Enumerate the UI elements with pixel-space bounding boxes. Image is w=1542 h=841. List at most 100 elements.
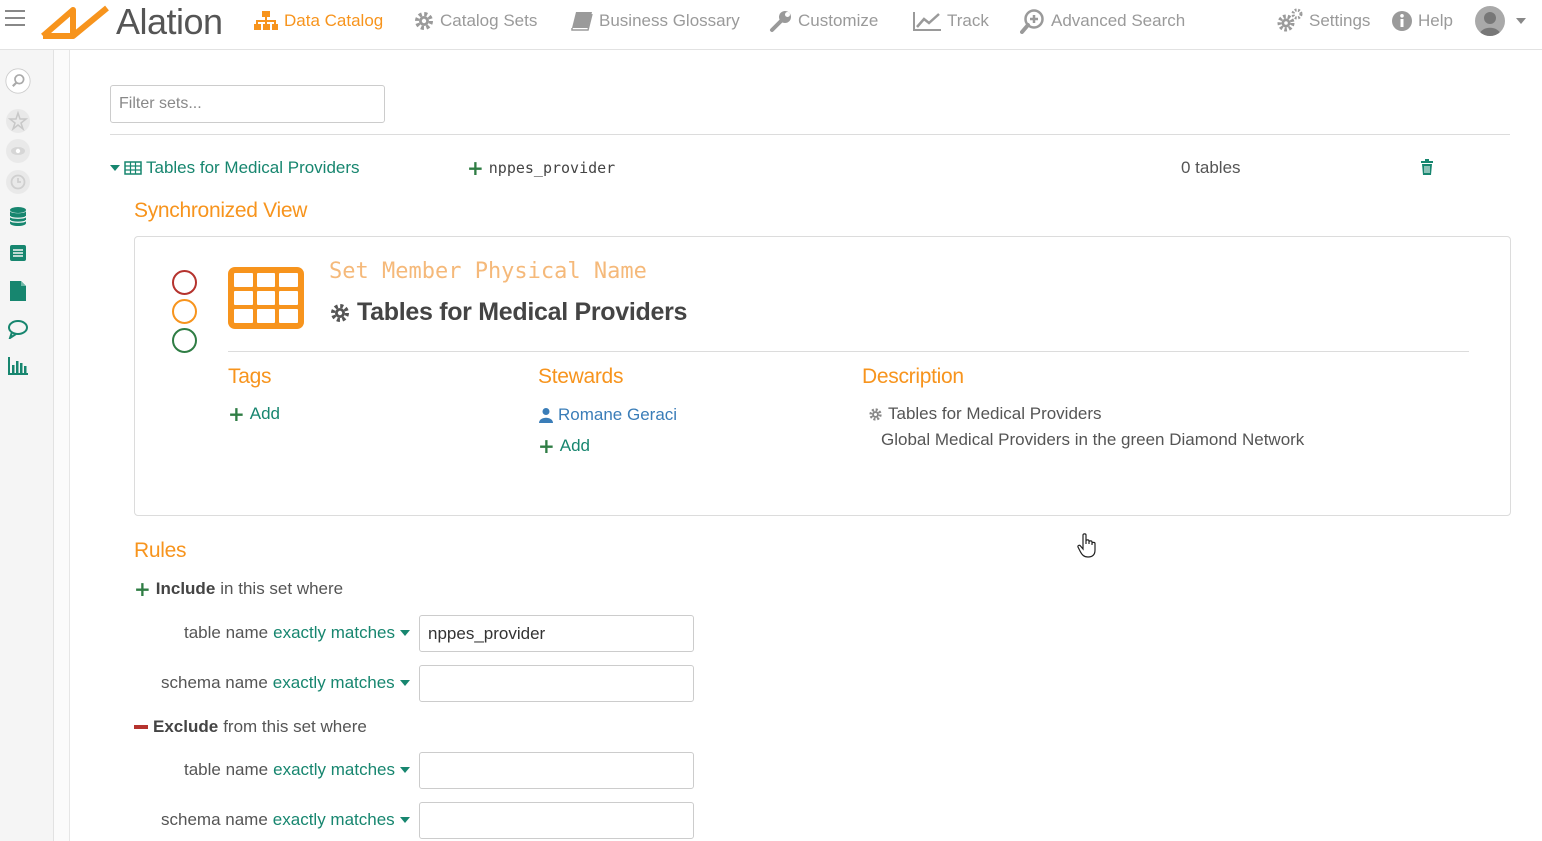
plus-icon: + [134, 577, 151, 601]
steward-link[interactable]: Romane Geraci [538, 405, 677, 425]
match-type-dropdown[interactable]: exactly matches [273, 623, 395, 643]
set-title-toggle[interactable]: Tables for Medical Providers [110, 156, 360, 180]
rail-database-icon[interactable] [5, 204, 31, 230]
steward-name: Romane Geraci [558, 405, 678, 424]
add-tag-label: Add [249, 404, 281, 423]
set-rule-value: nppes_provider [488, 159, 616, 177]
status-orange-circle[interactable] [172, 299, 197, 324]
rail-bar-chart-icon[interactable] [5, 353, 31, 379]
include-rest: in this set where [220, 579, 344, 598]
info-icon [1392, 11, 1412, 31]
divider [110, 134, 1510, 135]
include-keyword: Include [155, 579, 216, 598]
nav-help[interactable]: Help [1391, 8, 1453, 34]
description-heading: Description [862, 365, 964, 388]
set-table-count: 0 tables [1181, 158, 1241, 177]
caret-down-icon [110, 165, 120, 171]
table-set-icon [228, 267, 304, 329]
hand-cursor-icon [1077, 533, 1099, 564]
include-rule-heading: + Include in this set where [134, 579, 343, 599]
status-circles [172, 270, 197, 357]
schema-name-label: schema name [161, 673, 268, 692]
description-text: Global Medical Providers in the green Di… [881, 430, 1305, 449]
exclude-keyword: Exclude [153, 717, 219, 736]
exclude-rule-heading: Exclude from this set where [134, 717, 367, 737]
nav-advanced-search-label: Advanced Search [1051, 11, 1186, 30]
include-schema-name-input[interactable] [419, 665, 694, 702]
include-table-name-input[interactable] [419, 615, 694, 652]
rail-table-icon[interactable] [5, 240, 31, 266]
rail-star-icon[interactable] [5, 108, 31, 134]
add-steward-label: Add [559, 436, 591, 455]
status-red-circle[interactable] [172, 270, 197, 295]
nav-data-catalog-label: Data Catalog [284, 11, 384, 30]
set-rule-summary: + nppes_provider [467, 156, 615, 180]
nav-advanced-search[interactable]: Advanced Search [1020, 8, 1185, 34]
user-avatar[interactable] [1475, 6, 1505, 36]
nav-catalog-sets[interactable]: Catalog Sets [413, 8, 537, 34]
match-type-dropdown[interactable]: exactly matches [273, 673, 395, 693]
delete-set-trash-icon[interactable] [1420, 159, 1434, 180]
stewards-heading: Stewards [538, 365, 624, 388]
book-icon [571, 12, 593, 31]
rail-history-icon[interactable] [5, 169, 31, 195]
gear-icon [415, 12, 433, 30]
line-chart-icon [913, 12, 941, 31]
table-grid-icon [124, 161, 142, 175]
nav-business-glossary-label: Business Glossary [599, 11, 740, 30]
nav-business-glossary[interactable]: Business Glossary [570, 8, 740, 34]
object-title: Tables for Medical Providers [329, 298, 687, 327]
add-tag-button[interactable]: + Add [228, 404, 280, 424]
filter-sets-input[interactable] [110, 85, 385, 123]
exclude-table-rule-label: table name exactly matches [184, 760, 411, 780]
hamburger-menu-icon[interactable] [5, 10, 25, 28]
table-name-label: table name [184, 623, 269, 642]
exclude-schema-rule-label: schema name exactly matches [161, 810, 410, 830]
minus-icon [134, 725, 148, 729]
rail-eye-icon[interactable] [5, 138, 31, 164]
plus-icon: + [228, 402, 245, 426]
sitemap-icon [254, 11, 278, 30]
alation-logo[interactable]: Alation [40, 1, 223, 42]
schema-name-label: schema name [161, 810, 268, 829]
rail-divider [54, 50, 70, 841]
nav-customize[interactable]: Customize [769, 8, 878, 34]
nav-help-label: Help [1418, 11, 1453, 30]
wrench-icon [770, 11, 791, 32]
object-title-text: Tables for Medical Providers [357, 298, 688, 326]
dropdown-caret-icon[interactable] [400, 630, 411, 636]
add-steward-button[interactable]: + Add [538, 436, 590, 456]
alation-logo-icon [41, 5, 109, 39]
match-type-dropdown[interactable]: exactly matches [273, 760, 395, 780]
nav-data-catalog[interactable]: Data Catalog [253, 8, 383, 34]
gear-icon [331, 303, 349, 322]
exclude-schema-name-input[interactable] [419, 802, 694, 839]
set-title-label: Tables for Medical Providers [146, 158, 360, 177]
description-title: Tables for Medical Providers [868, 404, 1102, 424]
app-name: Alation [116, 1, 223, 42]
left-rail [0, 50, 54, 841]
rules-heading: Rules [134, 539, 187, 562]
nav-settings[interactable]: Settings [1276, 8, 1370, 34]
gear-icon [869, 407, 882, 421]
rail-search-icon[interactable] [5, 68, 31, 94]
dropdown-caret-icon[interactable] [400, 767, 411, 773]
rail-conversation-icon[interactable] [5, 316, 31, 342]
exclude-table-name-input[interactable] [419, 752, 694, 789]
rail-document-icon[interactable] [5, 278, 31, 304]
include-table-rule-label: table name exactly matches [184, 623, 411, 643]
top-navbar: Alation Data Catalog Catalog Sets Busine… [0, 0, 1542, 50]
search-plus-icon [1020, 9, 1044, 34]
dropdown-caret-icon[interactable] [399, 680, 410, 686]
status-green-circle[interactable] [172, 328, 197, 353]
plus-icon: + [538, 434, 555, 458]
match-type-dropdown[interactable]: exactly matches [273, 810, 395, 830]
nav-track[interactable]: Track [912, 8, 989, 34]
card-divider [228, 351, 1469, 352]
user-avatar-icon [1479, 12, 1501, 36]
set-member-physical-name: Set Member Physical Name [329, 259, 647, 284]
dropdown-caret-icon[interactable] [399, 817, 410, 823]
table-name-label: table name [184, 760, 269, 779]
user-menu-caret-icon[interactable] [1516, 18, 1526, 24]
nav-track-label: Track [947, 11, 989, 30]
